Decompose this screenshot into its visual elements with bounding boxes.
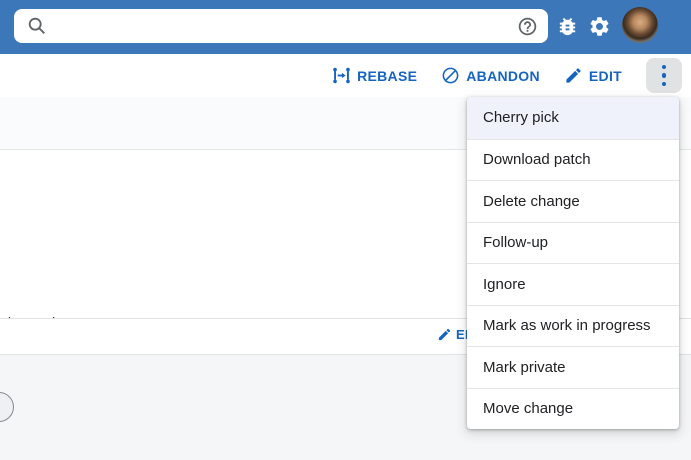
abandon-label: ABANDON bbox=[466, 68, 540, 84]
kebab-dot bbox=[662, 73, 667, 78]
rebase-button[interactable]: REBASE bbox=[332, 66, 417, 85]
edit-button[interactable]: EDIT bbox=[564, 66, 622, 85]
change-action-bar: REBASE ABANDON EDIT bbox=[0, 54, 691, 97]
user-avatar[interactable] bbox=[622, 7, 658, 43]
menu-item-follow-up[interactable]: Follow-up bbox=[467, 222, 679, 264]
search-input[interactable] bbox=[48, 18, 517, 34]
abandon-button[interactable]: ABANDON bbox=[441, 66, 540, 85]
avatar-placeholder bbox=[0, 392, 14, 422]
menu-item-download-patch[interactable]: Download patch bbox=[467, 139, 679, 181]
rebase-label: REBASE bbox=[357, 68, 417, 84]
block-icon bbox=[441, 66, 460, 85]
pencil-icon bbox=[564, 66, 583, 85]
menu-item-ignore[interactable]: Ignore bbox=[467, 263, 679, 305]
app-header bbox=[0, 0, 691, 54]
edit-label: EDIT bbox=[589, 68, 622, 84]
kebab-dot bbox=[662, 82, 667, 87]
menu-item-mark-private[interactable]: Mark private bbox=[467, 346, 679, 388]
gerrit-change-page: REBASE ABANDON EDIT dependency s the opt… bbox=[0, 0, 691, 460]
help-icon[interactable] bbox=[517, 16, 538, 37]
menu-item-cherry-pick[interactable]: Cherry pick bbox=[467, 97, 679, 139]
menu-item-delete-change[interactable]: Delete change bbox=[467, 180, 679, 222]
overflow-dropdown-menu: Cherry pick Download patch Delete change… bbox=[467, 97, 679, 429]
pencil-icon bbox=[437, 327, 452, 342]
search-icon bbox=[26, 15, 48, 37]
kebab-dot bbox=[662, 65, 667, 70]
overflow-menu-button[interactable] bbox=[646, 58, 682, 93]
settings-gear-icon[interactable] bbox=[588, 15, 611, 38]
menu-item-move-change[interactable]: Move change bbox=[467, 388, 679, 430]
bug-report-icon[interactable] bbox=[556, 15, 579, 38]
menu-item-mark-wip[interactable]: Mark as work in progress bbox=[467, 305, 679, 347]
rebase-icon bbox=[332, 66, 351, 85]
search-box[interactable] bbox=[14, 9, 548, 43]
